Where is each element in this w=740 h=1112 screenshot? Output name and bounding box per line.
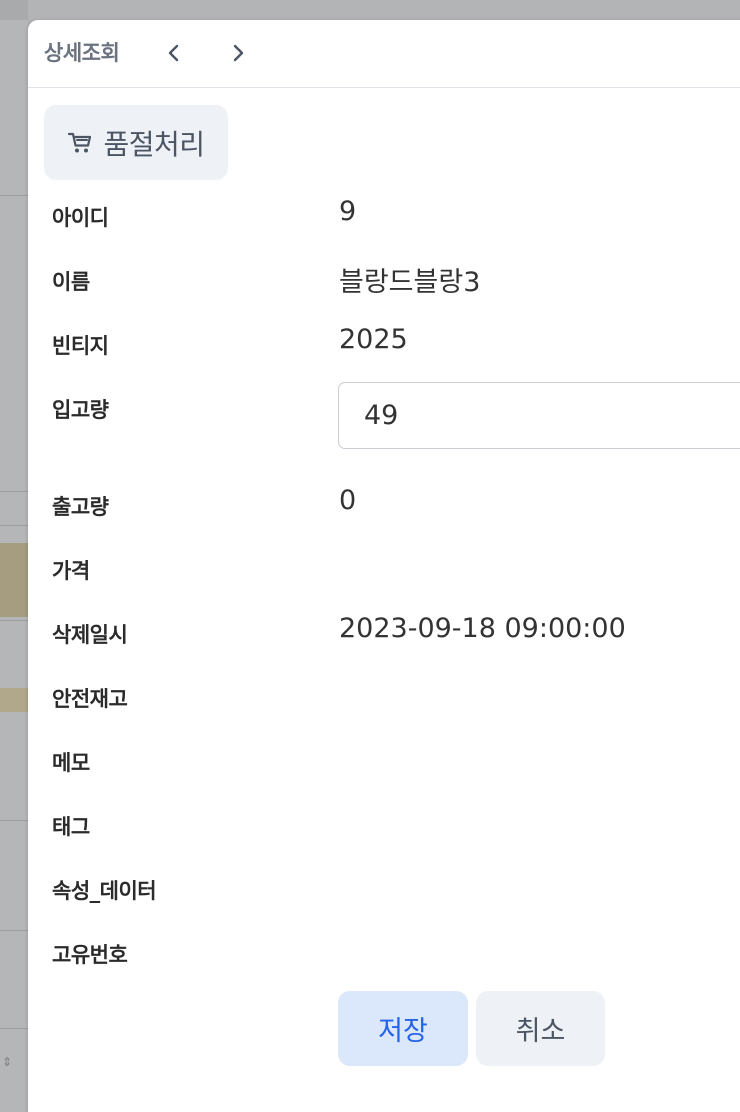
prev-record-button[interactable] [159, 38, 189, 68]
background-divider [0, 1028, 28, 1029]
background-topbar [0, 0, 28, 20]
background-divider [0, 820, 28, 821]
background-divider [0, 491, 28, 492]
inbound-quantity-input[interactable] [338, 382, 740, 449]
field-value-name: 블랑드블랑3 [339, 267, 481, 298]
field-label-deleted-at: 삭제일시 [52, 623, 128, 647]
field-value-id: 9 [339, 196, 357, 227]
background-highlight-row [0, 688, 28, 712]
field-label-serial: 고유번호 [52, 943, 128, 967]
cancel-button[interactable]: 취소 [476, 991, 605, 1066]
field-label-tags: 태그 [52, 815, 90, 839]
field-label-outbound: 출고량 [52, 495, 109, 519]
soldout-button[interactable]: 품절처리 [44, 105, 228, 180]
field-label-id: 아이디 [52, 206, 109, 230]
cart-icon [67, 131, 93, 155]
next-record-button[interactable] [223, 38, 253, 68]
field-label-safety-stock: 안전재고 [52, 687, 128, 711]
field-label-price: 가격 [52, 559, 90, 583]
field-value-vintage: 2025 [339, 324, 408, 355]
background-highlight-row [0, 543, 28, 617]
field-label-vintage: 빈티지 [52, 334, 109, 358]
chevron-right-icon [233, 44, 244, 62]
background-divider [0, 195, 28, 196]
page-title: 상세조회 [44, 41, 120, 65]
chevron-left-icon [168, 44, 179, 62]
field-label-attributes: 속성_데이터 [52, 879, 157, 903]
save-button[interactable]: 저장 [338, 991, 468, 1066]
field-label-name: 이름 [52, 270, 90, 294]
field-label-inbound: 입고량 [52, 398, 109, 422]
background-page: ⇕ [0, 0, 28, 1112]
background-divider [0, 620, 28, 621]
detail-panel: 상세조회 품절처리 아이디 9 이름 블랑드블랑3 빈티지 2025 입고량 4… [28, 20, 740, 1112]
field-value-outbound: 0 [339, 485, 357, 516]
soldout-button-label: 품절처리 [103, 127, 205, 161]
panel-header: 상세조회 [28, 20, 740, 88]
background-divider [0, 930, 28, 931]
field-label-memo: 메모 [52, 751, 90, 775]
background-divider [0, 525, 28, 526]
sort-icon: ⇕ [2, 1055, 13, 1069]
field-value-deleted-at: 2023-09-18 09:00:00 [339, 613, 626, 644]
